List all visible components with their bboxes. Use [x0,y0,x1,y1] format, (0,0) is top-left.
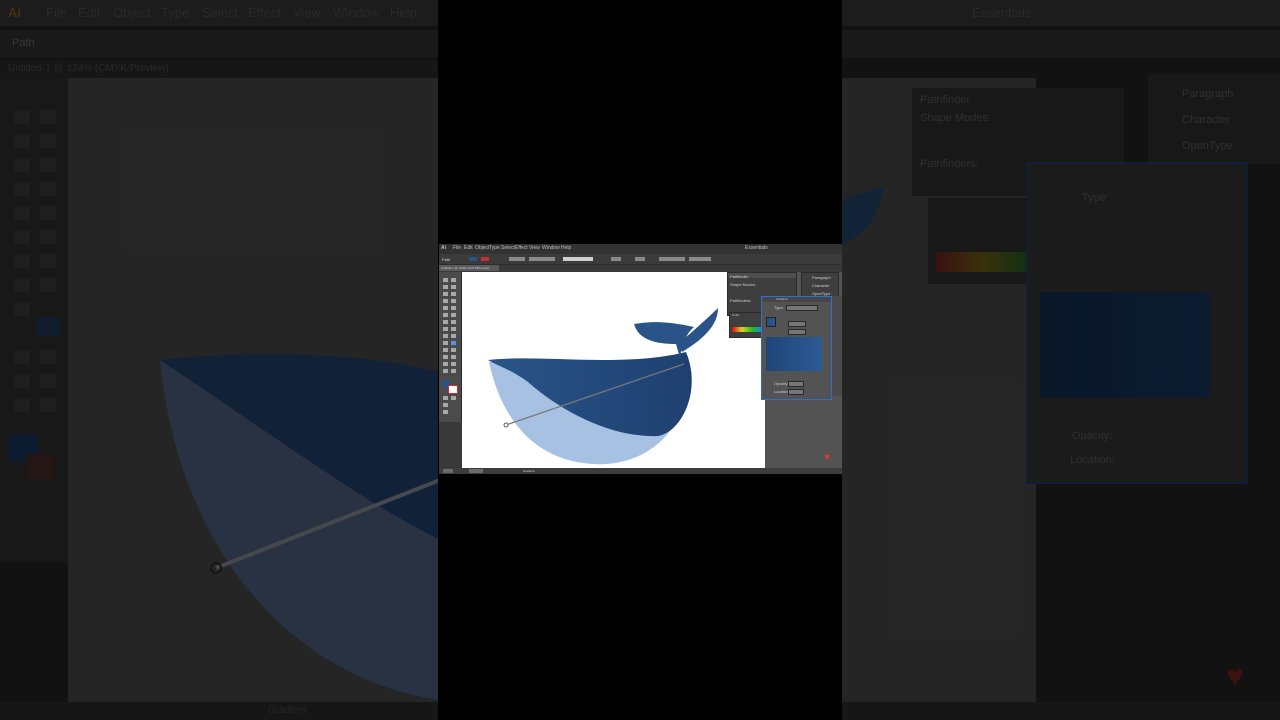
blob-brush-icon[interactable] [443,313,448,317]
direct-selection-tool-icon[interactable] [451,278,456,282]
gradient-mode-icon[interactable] [451,396,456,400]
panel-icon-strip [832,296,842,396]
menu-window[interactable]: Window [542,245,560,251]
free-transform-icon[interactable] [451,327,456,331]
pathfinder-title: Pathfinder [730,274,749,279]
menu-help[interactable]: Help [561,245,571,251]
menu-effect[interactable]: Effect [515,245,528,251]
gradient-slider[interactable] [766,337,822,371]
color-spectrum[interactable] [732,327,762,332]
gradient-type-select[interactable] [786,305,818,311]
width-tool-icon[interactable] [443,327,448,331]
menu-view[interactable]: View [529,245,540,251]
artboard-nav[interactable] [469,469,483,473]
hand-icon[interactable] [443,369,448,373]
color-mode-icon[interactable] [443,396,448,400]
eyedropper-icon[interactable] [443,348,448,352]
zoom-level-field[interactable] [443,469,453,473]
control-bar: Path [439,254,842,265]
menu-object[interactable]: Object [475,245,489,251]
color-panel: Color [729,312,765,338]
menubar: Ai File Edit Object Type Select Effect V… [439,244,842,254]
document-tab-label: Untitled-1 @ 124% (CMYK/Preview) [441,266,490,270]
paragraph-panel-tab[interactable]: Paragraph [812,275,831,280]
location-field[interactable] [788,389,804,395]
slice-icon[interactable] [451,362,456,366]
pen-tool-icon[interactable] [443,292,448,296]
artboard-icon[interactable] [443,362,448,366]
style-field[interactable] [635,257,645,261]
status-tool-label: Gradient [523,469,535,473]
pencil-icon[interactable] [451,306,456,310]
stroke-weight-field[interactable] [509,257,525,261]
preferences-button[interactable] [689,257,711,261]
gradient-type-label: Type: [774,305,784,310]
gradient-swatch[interactable] [766,317,776,327]
control-path-label: Path [442,257,451,262]
graph-icon[interactable] [451,355,456,359]
gradient-angle-field[interactable] [788,321,806,327]
toolbox [439,272,462,422]
heart-icon: ♥ [824,452,830,463]
whale-artwork[interactable] [462,272,765,468]
mesh-icon[interactable] [443,341,448,345]
gradient-aspect-field[interactable] [788,329,806,335]
opacity-field[interactable] [611,257,621,261]
menu-edit[interactable]: Edit [464,245,473,251]
rotate-icon[interactable] [443,320,448,324]
magic-wand-icon[interactable] [443,285,448,289]
stroke-swatch[interactable] [481,257,489,261]
gradient-tool-icon[interactable] [451,341,456,345]
brush-field[interactable] [563,257,593,261]
menu-type[interactable]: Type [489,245,500,251]
paintbrush-icon[interactable] [443,306,448,310]
line-tool-icon[interactable] [443,299,448,303]
shape-builder-icon[interactable] [443,334,448,338]
document-tab[interactable]: Untitled-1 @ 124% (CMYK/Preview) [439,265,499,271]
app-logo: Ai [441,245,446,251]
fill-swatch[interactable] [469,257,477,261]
illustrator-window: Ai File Edit Object Type Select Effect V… [439,244,842,474]
zoom-icon[interactable] [451,369,456,373]
gradient-tab[interactable]: Gradient [776,297,788,301]
status-bar: Gradient [439,468,842,474]
lasso-icon[interactable] [451,285,456,289]
artboard[interactable] [462,272,765,468]
pathfinders-label: Pathfinders: [730,298,752,303]
stroke-color-icon[interactable] [448,385,458,394]
type-tool-icon[interactable] [451,292,456,296]
screen-mode-icon[interactable] [443,410,448,414]
document-setup-button[interactable] [659,257,685,261]
variable-width-field[interactable] [529,257,555,261]
workspace-switcher[interactable]: Essentials [745,245,768,251]
ellipse-tool-icon[interactable] [451,299,456,303]
gradient-origin-handle[interactable] [503,422,509,428]
character-panel-tab[interactable]: Character [812,283,830,288]
eraser-icon[interactable] [451,313,456,317]
opacity-field[interactable] [788,381,804,387]
perspective-icon[interactable] [451,334,456,338]
selection-tool-icon[interactable] [443,278,448,282]
menu-file[interactable]: File [453,245,461,251]
color-tab[interactable]: Color [732,313,739,317]
stacked-panels: Paragraph Character OpenType [801,272,839,298]
gradient-panel: Gradient Type: Opacity: Location: [761,296,832,400]
scale-icon[interactable] [451,320,456,324]
opacity-label: Opacity: [774,381,789,386]
menu-select[interactable]: Select [501,245,515,251]
shape-modes-label: Shape Modes: [730,282,756,287]
draw-mode-icon[interactable] [443,403,448,407]
blend-icon[interactable] [451,348,456,352]
symbol-sprayer-icon[interactable] [443,355,448,359]
